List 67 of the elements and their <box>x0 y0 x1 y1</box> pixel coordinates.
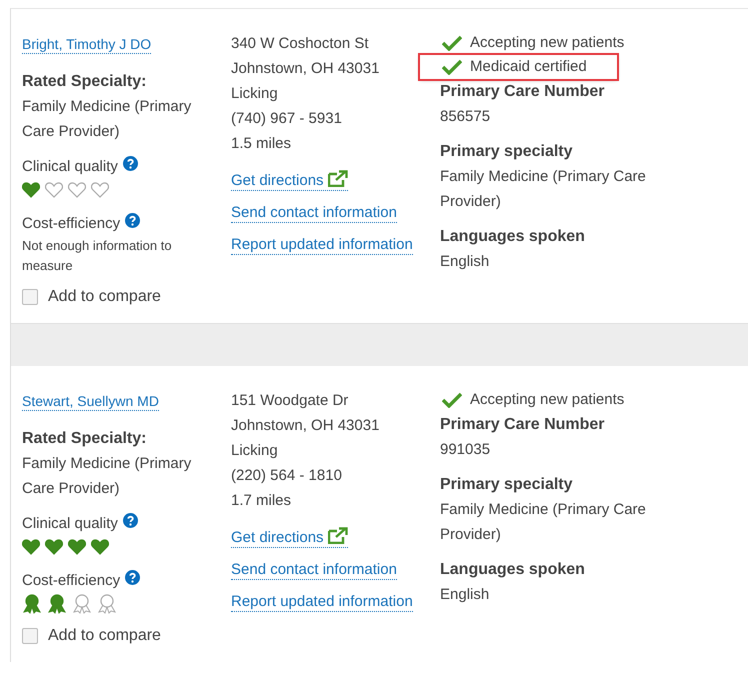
clinical-quality-label: Clinical quality <box>22 514 118 534</box>
heart-icon <box>22 182 40 198</box>
rated-specialty: Family Medicine (Primary Care Provider) <box>22 454 192 499</box>
heart-icon <box>45 539 63 555</box>
address-line: 1.5 miles <box>231 134 292 154</box>
detail-label: Languages spoken <box>440 227 586 247</box>
checkmark-icon <box>442 35 462 51</box>
info-link[interactable]: Send contact information <box>231 561 397 580</box>
cost-efficiency-note: Not enough information to measure <box>22 237 173 275</box>
detail-label: Primary specialty <box>440 142 574 162</box>
rated-specialty-label: Rated Specialty: <box>22 429 148 449</box>
external-link-icon <box>328 170 348 187</box>
heart-icon <box>91 539 109 555</box>
heart-icon <box>68 182 86 198</box>
feature-label: Medicaid certified <box>470 57 587 77</box>
info-link[interactable]: Report updated information <box>231 593 413 612</box>
address-line: 1.7 miles <box>231 491 292 511</box>
heart-icon <box>68 539 86 555</box>
address-line: 340 W Coshocton St <box>231 34 370 54</box>
detail-value: Family Medicine (Primary Care Provider) <box>440 167 647 212</box>
detail-label: Primary specialty <box>440 475 574 495</box>
detail-label: Languages spoken <box>440 560 586 580</box>
detail-value: English <box>440 252 490 272</box>
help-icon[interactable] <box>125 570 140 585</box>
heart-icon <box>45 182 63 198</box>
feature-label: Accepting new patients <box>470 390 624 410</box>
provider-name-link[interactable]: Stewart, Suellywn MD <box>22 392 159 411</box>
compare-checkbox[interactable] <box>22 628 38 644</box>
detail-value: Family Medicine (Primary Care Provider) <box>440 500 647 545</box>
heart-icon <box>91 182 109 198</box>
detail-value: English <box>440 585 490 605</box>
help-icon[interactable] <box>122 513 138 528</box>
compare-label[interactable]: Add to compare <box>48 284 161 309</box>
checkmark-icon <box>442 392 462 408</box>
address-line: (220) 564 - 1810 <box>231 466 343 486</box>
address-line: Johnstown, OH 43031 <box>231 59 380 79</box>
address-line: Licking <box>231 441 279 461</box>
award-ribbon-icon <box>22 594 42 614</box>
rated-specialty-label: Rated Specialty: <box>22 72 148 92</box>
award-ribbon-icon <box>97 594 117 614</box>
award-ribbon-icon <box>72 594 92 614</box>
provider-name-link[interactable]: Bright, Timothy J DO <box>22 35 152 54</box>
address-line: 151 Woodgate Dr <box>231 391 350 411</box>
rated-specialty: Family Medicine (Primary Care Provider) <box>22 97 192 142</box>
cost-efficiency-label: Cost-efficiency <box>22 214 120 234</box>
address-line: (740) 967 - 5931 <box>231 109 343 129</box>
info-link[interactable]: Report updated information <box>231 236 413 255</box>
feature-label: Accepting new patients <box>470 33 624 53</box>
compare-label[interactable]: Add to compare <box>48 623 161 648</box>
detail-value: 856575 <box>440 107 492 127</box>
info-link[interactable]: Send contact information <box>231 204 397 223</box>
address-line: Licking <box>231 84 279 104</box>
detail-label: Primary Care Number <box>440 82 606 102</box>
info-link[interactable]: Get directions <box>231 170 348 191</box>
help-icon[interactable] <box>125 213 140 228</box>
checkmark-icon <box>442 59 462 75</box>
compare-checkbox[interactable] <box>22 288 38 304</box>
external-link-icon <box>328 527 348 544</box>
detail-label: Primary Care Number <box>440 415 606 435</box>
heart-icon <box>22 539 40 555</box>
help-icon[interactable] <box>122 156 138 171</box>
award-ribbon-icon <box>47 594 67 614</box>
info-link[interactable]: Get directions <box>231 527 348 548</box>
address-line: Johnstown, OH 43031 <box>231 416 380 436</box>
cost-efficiency-label: Cost-efficiency <box>22 571 120 591</box>
detail-value: 991035 <box>440 440 492 460</box>
clinical-quality-label: Clinical quality <box>22 157 118 177</box>
